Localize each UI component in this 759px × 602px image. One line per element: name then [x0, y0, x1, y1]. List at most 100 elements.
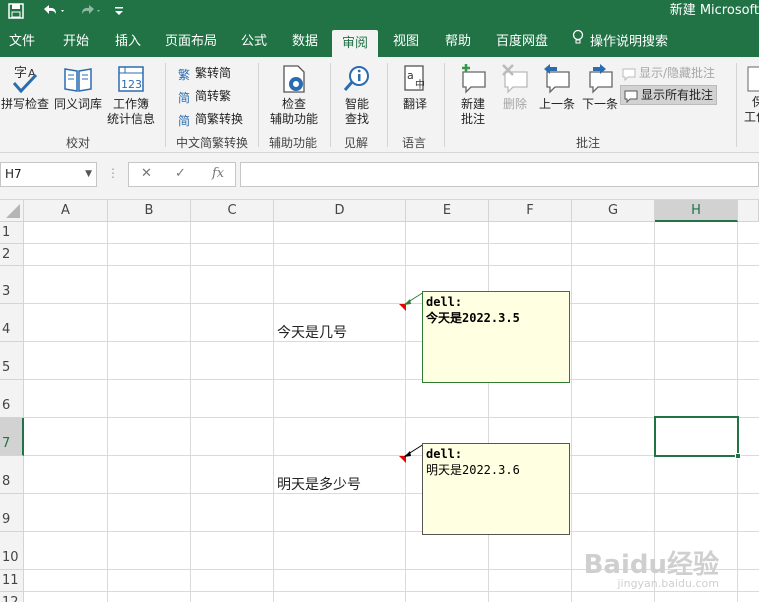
- to-traditional-button[interactable]: 繁繁转简: [178, 65, 231, 81]
- show-all-comments-button[interactable]: 显示所有批注: [620, 85, 718, 105]
- grid-line: [24, 531, 759, 532]
- next-comment-button[interactable]: 下一条: [580, 63, 620, 112]
- name-box-dropdown-icon[interactable]: ▼: [85, 163, 92, 186]
- protect-workbook-button[interactable]: 保 工作: [742, 63, 759, 125]
- formula-bar: H7 ▼ ⋮ ✕ ✓ fx: [0, 153, 759, 200]
- save-icon[interactable]: [6, 3, 26, 23]
- comment-box[interactable]: dell: 今天是2022.3.5: [422, 291, 570, 383]
- chinese-conversion-button[interactable]: 简简繁转换: [178, 111, 243, 127]
- select-all-corner[interactable]: [0, 200, 24, 222]
- watermark-logo-text: Baidu经验: [583, 550, 719, 580]
- name-box-value: H7: [5, 167, 22, 181]
- formula-input[interactable]: [240, 162, 759, 187]
- name-box[interactable]: H7 ▼: [0, 162, 97, 187]
- column-header-c[interactable]: C: [191, 200, 274, 222]
- row-header-9[interactable]: 9: [0, 494, 24, 532]
- row-header-12[interactable]: 12: [0, 592, 24, 602]
- grid-line: [24, 493, 759, 494]
- show-all-comments-icon: [624, 90, 638, 103]
- row-header-8[interactable]: 8: [0, 456, 24, 494]
- statistics-icon: 123: [118, 66, 144, 92]
- translate-icon: a中: [404, 65, 425, 91]
- spelling-button[interactable]: 字A 拼写检查: [0, 63, 50, 112]
- new-comment-button[interactable]: 新建 批注: [452, 63, 494, 127]
- cell-d8[interactable]: 明天是多少号: [277, 474, 361, 494]
- comment-box[interactable]: dell: 明天是2022.3.6: [422, 443, 570, 535]
- grid-line: [24, 303, 759, 304]
- tab-page-layout[interactable]: 页面布局: [165, 27, 217, 57]
- group-label-proofing: 校对: [66, 136, 91, 150]
- ribbon-tabs: 文件 开始 插入 页面布局 公式 数据 审阅 视图 帮助 百度网盘 操作说明搜索: [0, 27, 759, 57]
- tab-formulas[interactable]: 公式: [241, 27, 267, 57]
- column-header-f[interactable]: F: [489, 200, 572, 222]
- row-header-3[interactable]: 3: [0, 266, 24, 304]
- column-header-b[interactable]: B: [108, 200, 191, 222]
- conversion-char-icon: 简: [178, 114, 190, 127]
- row-header-7[interactable]: 7: [0, 418, 24, 456]
- cell-d4[interactable]: 今天是几号: [277, 322, 347, 342]
- show-hide-comment-button[interactable]: 显示/隐藏批注: [622, 65, 715, 81]
- workbook-statistics-button[interactable]: 123 工作簿 统计信息: [106, 63, 156, 127]
- customize-quick-access-icon[interactable]: [112, 3, 126, 23]
- column-header-e[interactable]: E: [406, 200, 489, 222]
- tell-me-search[interactable]: 操作说明搜索: [572, 27, 668, 57]
- row-header-6[interactable]: 6: [0, 380, 24, 418]
- group-separator: [444, 63, 445, 147]
- svg-text:简: 简: [178, 114, 190, 127]
- cancel-icon[interactable]: ✕: [141, 166, 152, 181]
- row-header-5[interactable]: 5: [0, 342, 24, 380]
- group-label-comments: 批注: [576, 136, 601, 150]
- active-cell-h7[interactable]: [654, 416, 741, 459]
- delete-comment-button[interactable]: 删除: [496, 63, 534, 112]
- smart-lookup-button[interactable]: 智能 查找: [336, 63, 378, 127]
- previous-comment-button[interactable]: 上一条: [537, 63, 577, 112]
- new-comment-icon: [462, 64, 486, 94]
- worksheet-grid[interactable]: A B C D E F G H 1 2 3 4 5 6 7 8 9 10 11 …: [0, 200, 759, 602]
- row-header-2[interactable]: 2: [0, 244, 24, 266]
- to-simplified-button[interactable]: 简简转繁: [178, 88, 231, 104]
- column-header-g[interactable]: G: [572, 200, 655, 222]
- insert-function-icon[interactable]: fx: [212, 166, 224, 181]
- column-header-i[interactable]: [738, 200, 759, 222]
- comment-text: 今天是2022.3.5: [426, 311, 520, 325]
- grid-line: [190, 222, 191, 602]
- redo-icon[interactable]: [76, 3, 106, 23]
- fill-handle[interactable]: [735, 453, 741, 459]
- undo-icon[interactable]: [38, 3, 68, 23]
- tab-baidu-netdisk[interactable]: 百度网盘: [496, 27, 548, 57]
- tab-view[interactable]: 视图: [393, 27, 419, 57]
- tab-data[interactable]: 数据: [292, 27, 318, 57]
- enter-icon[interactable]: ✓: [175, 166, 186, 181]
- ribbon-review: 字A 拼写检查 同义词库 123 工作簿 统计信息 校对 繁繁转简 简简转繁 简…: [0, 57, 759, 153]
- group-label-language: 语言: [402, 136, 427, 150]
- tab-file[interactable]: 文件: [9, 27, 35, 57]
- grid-line: [24, 265, 759, 266]
- tab-insert[interactable]: 插入: [115, 27, 141, 57]
- thesaurus-button[interactable]: 同义词库: [52, 63, 104, 112]
- show-hide-comment-icon: [622, 68, 636, 81]
- svg-text:简: 简: [178, 91, 190, 104]
- column-header-a[interactable]: A: [24, 200, 108, 222]
- group-separator: [387, 63, 388, 147]
- grid-line: [24, 591, 759, 592]
- check-accessibility-button[interactable]: 检查 辅助功能: [265, 63, 323, 127]
- row-header-10[interactable]: 10: [0, 532, 24, 570]
- row-header-11[interactable]: 11: [0, 570, 24, 592]
- tab-home[interactable]: 开始: [63, 27, 89, 57]
- grid-line: [24, 417, 759, 418]
- svg-text:繁: 繁: [178, 67, 190, 81]
- grid-line: [24, 455, 759, 456]
- translate-button[interactable]: a中 翻译: [395, 63, 435, 112]
- tab-review[interactable]: 审阅: [332, 30, 379, 57]
- row-header-1[interactable]: 1: [0, 222, 24, 244]
- protect-icon: [747, 66, 759, 92]
- column-header-d[interactable]: D: [274, 200, 406, 222]
- grid-line: [488, 222, 489, 602]
- row-header-4[interactable]: 4: [0, 304, 24, 342]
- tab-help[interactable]: 帮助: [445, 27, 471, 57]
- formula-bar-grip-icon[interactable]: ⋮: [107, 166, 119, 180]
- watermark: Baidu经验 jingyan.baidu.com: [584, 552, 719, 590]
- accessibility-icon: [283, 65, 305, 93]
- grid-line: [571, 222, 572, 602]
- column-header-h[interactable]: H: [655, 200, 738, 222]
